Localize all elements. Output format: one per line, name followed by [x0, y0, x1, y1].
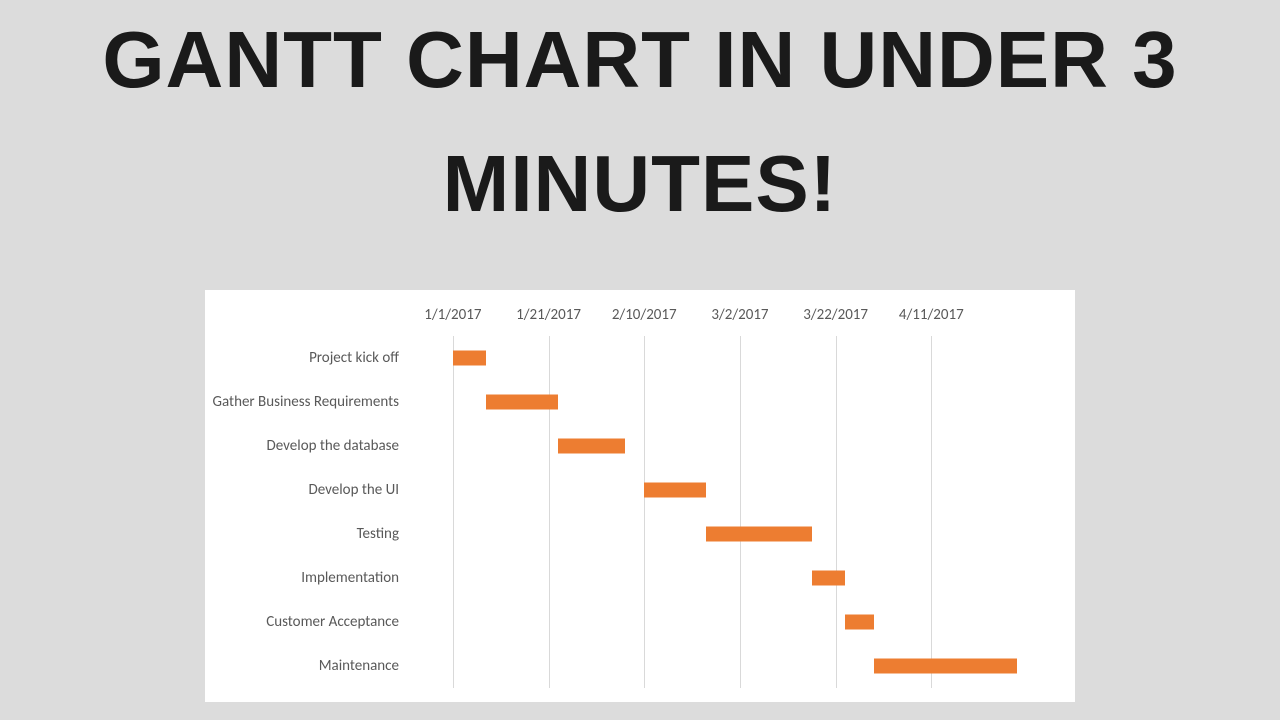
x-gridline — [836, 336, 837, 688]
page-title: GANTT CHART IN UNDER 3 MINUTES! — [0, 0, 1280, 226]
gantt-chart: 1/1/2017 1/21/2017 2/10/2017 3/2/2017 3/22/2… — [205, 290, 1075, 702]
gantt-bar — [558, 439, 625, 454]
x-axis-labels: 1/1/2017 1/21/2017 2/10/2017 3/2/2017 3/22/2… — [405, 306, 1027, 330]
x-tick-label: 3/22/2017 — [803, 306, 868, 324]
y-tick-label: Develop the database — [205, 437, 399, 455]
x-tick-label: 4/11/2017 — [899, 306, 964, 324]
y-tick-label: Testing — [205, 525, 399, 543]
y-tick-label: Gather Business Requirements — [205, 393, 399, 411]
x-gridline — [453, 336, 454, 688]
y-tick-label: Project kick off — [205, 349, 399, 367]
y-tick-label: Implementation — [205, 569, 399, 587]
x-gridline — [549, 336, 550, 688]
x-tick-label: 3/2/2017 — [711, 306, 768, 324]
gantt-bar — [706, 527, 811, 542]
gantt-bar — [644, 483, 706, 498]
gantt-bar — [874, 659, 1018, 674]
plot-area — [405, 336, 1027, 688]
x-gridline — [644, 336, 645, 688]
y-tick-label: Maintenance — [205, 657, 399, 675]
x-tick-label: 1/1/2017 — [424, 306, 481, 324]
x-tick-label: 1/21/2017 — [516, 306, 581, 324]
title-line-2: MINUTES! — [0, 102, 1280, 226]
y-tick-label: Customer Acceptance — [205, 613, 399, 631]
x-gridline — [740, 336, 741, 688]
title-line-1: GANTT CHART IN UNDER 3 — [0, 0, 1280, 102]
y-axis-labels: Project kick off Gather Business Requirem… — [205, 336, 399, 688]
gantt-bar — [845, 615, 874, 630]
gantt-bar — [453, 351, 486, 366]
y-tick-label: Develop the UI — [205, 481, 399, 499]
x-tick-label: 2/10/2017 — [612, 306, 677, 324]
x-gridline — [931, 336, 932, 688]
gantt-bar — [812, 571, 845, 586]
gantt-bar — [486, 395, 558, 410]
